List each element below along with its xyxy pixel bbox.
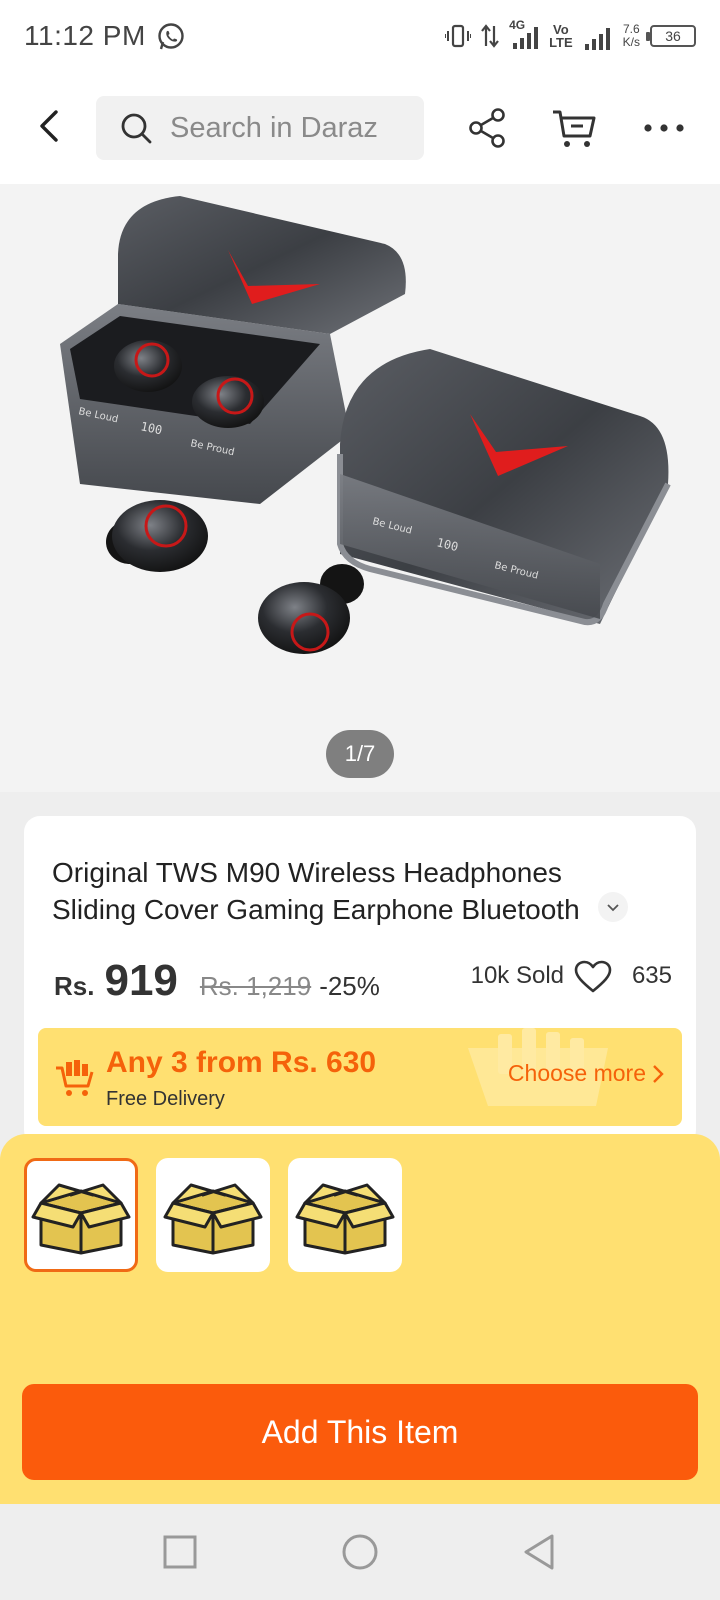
- expand-title-button[interactable]: [598, 892, 628, 922]
- recents-icon[interactable]: [160, 1532, 200, 1572]
- choose-more-link[interactable]: Choose more: [508, 1060, 664, 1087]
- product-title[interactable]: Original TWS M90 Wireless Headphones Sli…: [52, 854, 612, 928]
- bundle-bottom-sheet: Add This Item: [0, 1134, 720, 1504]
- box-icon: [163, 1183, 263, 1255]
- currency-label: Rs.: [54, 971, 95, 1001]
- discount-badge: -25%: [319, 971, 380, 1001]
- add-this-item-button[interactable]: Add This Item: [22, 1384, 698, 1480]
- product-title-line1: Original TWS M90 Wireless Headphones: [52, 857, 562, 888]
- battery-level: 36: [665, 28, 681, 44]
- search-bar[interactable]: [96, 96, 424, 160]
- price-row: Rs. 919 Rs. 1,219 -25%: [54, 956, 380, 1006]
- bundle-cart-icon: [56, 1060, 94, 1096]
- network-speed: 7.6 K/s: [622, 22, 640, 49]
- wishlist-count: 635: [631, 962, 672, 989]
- share-icon[interactable]: [464, 104, 512, 152]
- status-bar: 11:12 PM 4G Vo LTE 7.6 K/s 36: [0, 0, 720, 72]
- back-nav-icon[interactable]: [520, 1532, 560, 1572]
- network-4g: 4G: [509, 19, 539, 51]
- chevron-down-icon: [607, 904, 619, 912]
- home-icon[interactable]: [340, 1532, 380, 1572]
- product-title-line2: Sliding Cover Gaming Earphone Bluetooth: [52, 894, 580, 925]
- search-input[interactable]: [170, 111, 420, 145]
- top-header: [0, 72, 720, 184]
- choose-more-label: Choose more: [507, 1060, 646, 1086]
- signal-icon: [584, 28, 610, 50]
- whatsapp-icon: [158, 23, 184, 50]
- status-icons: 4G Vo LTE 7.6 K/s 36: [445, 18, 696, 54]
- more-icon[interactable]: [640, 104, 688, 152]
- product-image: Be Loud 100 Be Proud Be Loud 100 Be Prou…: [60, 196, 671, 654]
- chevron-right-icon: [653, 1064, 664, 1083]
- original-price: Rs. 1,219: [199, 971, 312, 1001]
- current-price: 919: [104, 956, 178, 1005]
- product-info-card: Original TWS M90 Wireless Headphones Sli…: [24, 816, 696, 1146]
- variant-option-3[interactable]: [288, 1158, 402, 1272]
- battery-icon: 36: [646, 25, 696, 47]
- sold-count: 10k Sold: [470, 962, 564, 989]
- status-time: 11:12 PM: [24, 20, 146, 51]
- variant-option-2[interactable]: [156, 1158, 270, 1272]
- image-page-indicator: 1/7: [326, 730, 394, 778]
- vibrate-icon: [445, 24, 472, 48]
- data-arrows-icon: [481, 24, 499, 48]
- box-icon: [295, 1183, 395, 1255]
- back-icon[interactable]: [28, 104, 72, 148]
- system-nav-bar: [0, 1504, 720, 1600]
- heart-icon[interactable]: [574, 960, 612, 994]
- bundle-promo-banner[interactable]: Any 3 from Rs. 630 Free Delivery Choose …: [38, 1028, 682, 1126]
- cart-icon[interactable]: [550, 104, 598, 152]
- product-image-gallery[interactable]: Be Loud 100 Be Proud Be Loud 100 Be Prou…: [0, 184, 720, 792]
- variant-option-1[interactable]: [24, 1158, 138, 1272]
- signal-icon: [513, 27, 539, 49]
- search-icon: [121, 113, 152, 144]
- promo-subtitle: Free Delivery: [106, 1088, 225, 1110]
- promo-title: Any 3 from Rs. 630: [106, 1046, 377, 1079]
- volte-label: Vo LTE: [549, 22, 573, 50]
- box-icon: [31, 1183, 131, 1255]
